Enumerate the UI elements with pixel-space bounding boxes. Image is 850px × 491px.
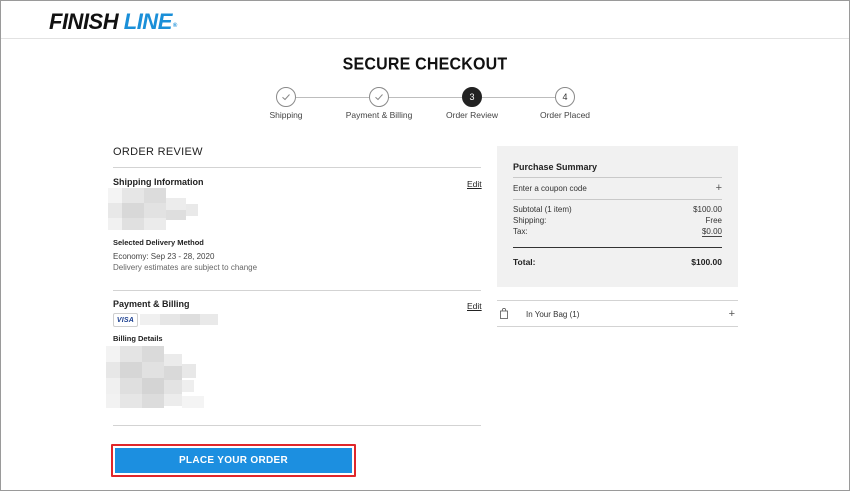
shopping-bag-icon xyxy=(500,308,508,319)
subtotal-value: $100.00 xyxy=(693,205,722,214)
shipping-info-heading: Shipping Information xyxy=(113,177,204,187)
step-shipping-circle[interactable] xyxy=(276,87,296,107)
redacted-shipping-address xyxy=(108,188,200,233)
place-order-highlight: PLACE YOUR ORDER xyxy=(111,444,356,477)
subtotal-row: Subtotal (1 item) $100.00 xyxy=(513,205,722,214)
delivery-method-label: Selected Delivery Method xyxy=(113,238,204,247)
in-your-bag-toggle[interactable]: In Your Bag (1) + xyxy=(497,300,738,327)
total-value: $100.00 xyxy=(691,257,722,267)
divider xyxy=(113,290,481,291)
coupon-code-label: Enter a coupon code xyxy=(513,184,587,193)
delivery-method-value: Economy: Sep 23 - 28, 2020 xyxy=(113,252,215,261)
shipping-value: Free xyxy=(705,216,722,225)
plus-icon: + xyxy=(728,308,735,320)
step-label-order-placed: Order Placed xyxy=(539,110,591,120)
tax-label: Tax: xyxy=(513,227,528,236)
coupon-code-toggle[interactable]: Enter a coupon code + xyxy=(513,182,722,194)
step-payment-circle[interactable] xyxy=(369,87,389,107)
divider xyxy=(513,247,722,248)
edit-shipping-link[interactable]: Edit xyxy=(467,179,482,189)
divider xyxy=(513,177,722,178)
divider xyxy=(113,167,481,168)
subtotal-label: Subtotal (1 item) xyxy=(513,205,572,214)
redacted-card-number xyxy=(140,314,218,325)
divider xyxy=(113,425,481,426)
step-connector xyxy=(389,97,462,98)
order-review-heading: ORDER REVIEW xyxy=(113,146,203,158)
in-your-bag-label: In Your Bag (1) xyxy=(526,310,580,319)
purchase-summary-panel: Purchase Summary Enter a coupon code + S… xyxy=(497,146,738,287)
tax-row: Tax: $0.00 xyxy=(513,227,722,237)
edit-payment-link[interactable]: Edit xyxy=(467,301,482,311)
shipping-row: Shipping: Free xyxy=(513,216,722,225)
plus-icon: + xyxy=(715,182,722,194)
divider xyxy=(513,199,722,200)
shipping-label: Shipping: xyxy=(513,216,547,225)
step-label-order-review: Order Review xyxy=(446,110,498,120)
purchase-summary-title: Purchase Summary xyxy=(513,162,598,172)
place-order-button[interactable]: PLACE YOUR ORDER xyxy=(115,448,352,473)
tax-value[interactable]: $0.00 xyxy=(701,227,722,237)
visa-card-icon: VISA xyxy=(113,313,138,327)
checkout-stepper: 3 4 Shipping Payment & Billing Order Rev… xyxy=(0,0,850,130)
step-connector xyxy=(482,97,555,98)
payment-billing-heading: Payment & Billing xyxy=(113,299,190,309)
check-icon xyxy=(282,94,290,101)
step-label-shipping[interactable]: Shipping xyxy=(269,110,302,120)
step-connector xyxy=(296,97,369,98)
step-order-placed-circle: 4 xyxy=(555,87,575,107)
redacted-billing-address xyxy=(106,346,206,410)
step-label-payment[interactable]: Payment & Billing xyxy=(346,110,413,120)
delivery-note: Delivery estimates are subject to change xyxy=(113,263,258,272)
total-row: Total: $100.00 xyxy=(513,257,722,267)
billing-details-label: Billing Details xyxy=(113,334,163,343)
total-label: Total: xyxy=(513,257,536,267)
check-icon xyxy=(375,94,383,101)
step-order-review-circle: 3 xyxy=(462,87,482,107)
